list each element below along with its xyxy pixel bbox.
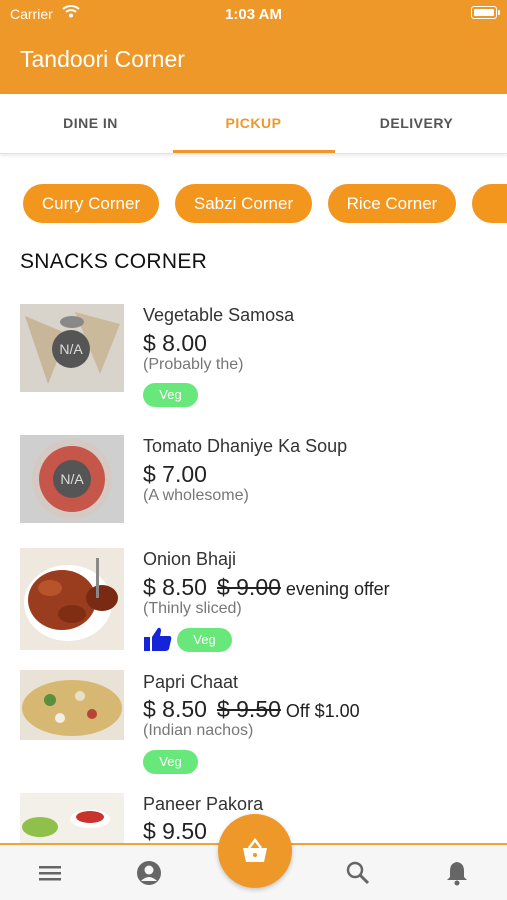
item-name: Tomato Dhaniye Ka Soup [143, 436, 348, 456]
status-time: 1:03 AM [225, 6, 282, 23]
cart-button[interactable] [218, 814, 292, 888]
section-title: SNACKS CORNER [20, 250, 208, 273]
item-name: Paneer Pakora [143, 794, 264, 814]
veg-badge: Veg [177, 628, 232, 652]
chip-more[interactable] [472, 184, 507, 223]
account-icon[interactable] [135, 859, 163, 887]
order-type-tabs: DINE IN PICKUP DELIVERY [0, 94, 507, 154]
item-name: Vegetable Samosa [143, 305, 295, 325]
item-price: $ 8.00 [143, 330, 207, 356]
tab-dine-in[interactable]: DINE IN [8, 94, 173, 154]
item-price: $ 9.50 [143, 818, 207, 844]
current-price: $ 8.50 [143, 696, 207, 722]
app-bar: Tandoori Corner [0, 30, 507, 94]
tab-pickup[interactable]: PICKUP [171, 94, 336, 154]
thumbs-up-icon[interactable] [143, 626, 173, 652]
veg-badge: Veg [143, 750, 198, 774]
tab-delivery[interactable]: DELIVERY [334, 94, 499, 154]
papri-chaat-image [20, 670, 124, 740]
item-image [20, 670, 124, 740]
item-description: (A wholesome) [143, 487, 249, 504]
category-chips: Curry Corner Sabzi Corner Rice Corner [0, 184, 507, 224]
original-price: $ 9.00 [216, 574, 281, 600]
chip-rice-corner[interactable]: Rice Corner [328, 184, 456, 223]
item-price: $ 7.00 [143, 461, 207, 487]
item-description: (Indian nachos) [143, 722, 254, 739]
active-tab-indicator [173, 150, 335, 153]
item-image-placeholder: N/A [20, 435, 124, 523]
item-image [20, 548, 124, 650]
battery-icon [471, 6, 500, 19]
original-price: $ 9.50 [216, 696, 281, 722]
veg-badge: Veg [143, 383, 198, 407]
onion-bhaji-image [20, 548, 124, 650]
item-price: $ 8.50 $ 9.50 Off $1.00 [143, 696, 360, 723]
item-price: $ 8.50 $ 9.00 evening offer [143, 574, 390, 601]
menu-icon[interactable] [36, 859, 64, 887]
na-badge: N/A [52, 330, 90, 368]
search-icon[interactable] [344, 859, 372, 887]
chip-sabzi-corner[interactable]: Sabzi Corner [175, 184, 312, 223]
cart-icon [243, 838, 267, 862]
item-image [20, 793, 124, 843]
offer-label: Off $1.00 [285, 701, 360, 721]
item-name: Onion Bhaji [143, 549, 237, 569]
na-badge: N/A [53, 460, 91, 498]
item-name: Papri Chaat [143, 672, 239, 692]
bell-icon[interactable] [443, 859, 471, 887]
status-bar: Carrier 1:03 AM [0, 0, 507, 30]
item-description: (Thinly sliced) [143, 600, 242, 617]
item-description: (Probably the) [143, 356, 244, 373]
chip-curry-corner[interactable]: Curry Corner [23, 184, 159, 223]
page-title: Tandoori Corner [20, 46, 185, 72]
item-image-placeholder: N/A [20, 304, 124, 392]
current-price: $ 8.50 [143, 574, 207, 600]
offer-label: evening offer [285, 579, 390, 599]
paneer-pakora-image [20, 793, 124, 843]
